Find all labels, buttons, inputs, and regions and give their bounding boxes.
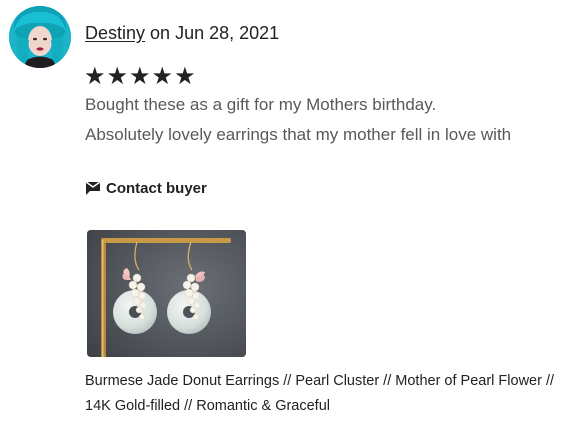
product-title-link[interactable]: Burmese Jade Donut Earrings // Pearl Clu… bbox=[85, 369, 555, 419]
review-header: Destiny on Jun 28, 2021 bbox=[85, 22, 279, 44]
review-text-line-1: Bought these as a gift for my Mothers bi… bbox=[85, 95, 437, 114]
message-icon bbox=[85, 181, 101, 196]
contact-buyer-button[interactable]: Contact buyer bbox=[85, 180, 207, 197]
reviewer-avatar[interactable] bbox=[9, 6, 71, 68]
review-date: on Jun 28, 2021 bbox=[150, 23, 280, 43]
star-rating: ★★★★★ bbox=[84, 63, 197, 90]
product-image[interactable] bbox=[87, 230, 246, 357]
reviewer-name-link[interactable]: Destiny bbox=[85, 23, 145, 43]
review-text-line-2: Absolutely lovely earrings that my mothe… bbox=[85, 125, 512, 144]
contact-buyer-label: Contact buyer bbox=[106, 180, 207, 197]
